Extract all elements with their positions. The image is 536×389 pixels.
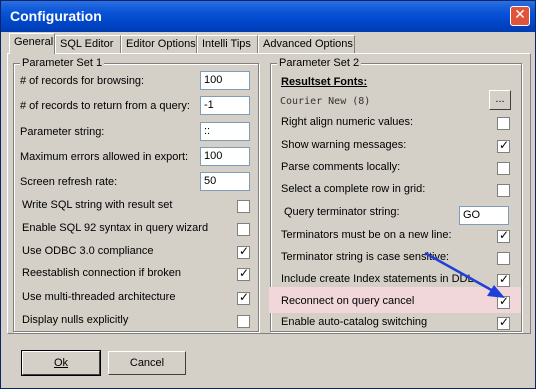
tab-intelli-tips[interactable]: Intelli Tips [197, 35, 258, 53]
field-label: Screen refresh rate: [20, 176, 118, 188]
tab-advanced-options[interactable]: Advanced Options [258, 35, 355, 53]
write-sql-checkbox[interactable] [237, 200, 250, 213]
button-label: Ok [53, 357, 69, 369]
option-label: Terminators must be on a new line: [281, 229, 452, 241]
tab-general[interactable]: General [9, 33, 55, 54]
configuration-dialog: Configuration ✕ General SQL Editor Edito… [0, 0, 536, 389]
check-icon: ✓ [239, 290, 250, 304]
title-bar[interactable]: Configuration ✕ [1, 1, 535, 32]
button-label: Cancel [129, 357, 165, 369]
check-label: Reestablish connection if broken [22, 267, 181, 279]
sql92-checkbox[interactable] [237, 223, 250, 236]
parse-comments-checkbox[interactable] [497, 162, 510, 175]
field-label: Maximum errors allowed in export: [20, 151, 189, 163]
multithread-checkbox[interactable]: ✓ [237, 290, 250, 305]
field-label: # of records for browsing: [20, 75, 145, 87]
query-terminator-input[interactable]: GO [459, 206, 509, 225]
annotation-arrow-icon [424, 251, 505, 298]
close-icon: ✕ [514, 7, 526, 23]
resultset-fonts-heading: Resultset Fonts: [281, 76, 368, 88]
query-records-input[interactable]: -1 [200, 96, 250, 115]
option-label: Parse comments locally: [281, 161, 401, 173]
check-icon: ✓ [499, 228, 510, 242]
tab-label: Intelli Tips [202, 38, 251, 50]
button-label: ... [495, 93, 505, 105]
odbc3-checkbox[interactable]: ✓ [237, 244, 250, 259]
tab-label: General [14, 36, 54, 48]
option-label: Right align numeric values: [281, 116, 414, 128]
reestablish-checkbox[interactable]: ✓ [237, 266, 250, 281]
field-label: # of records to return from a query: [20, 100, 190, 112]
font-browse-button[interactable]: ... [489, 90, 511, 110]
tab-label: SQL Editor [60, 38, 114, 50]
close-button[interactable]: ✕ [510, 6, 530, 26]
check-icon: ✓ [239, 266, 250, 280]
check-icon: ✓ [499, 138, 510, 152]
auto-catalog-checkbox[interactable]: ✓ [497, 315, 510, 330]
display-nulls-checkbox[interactable] [237, 315, 250, 328]
check-icon: ✓ [499, 315, 510, 329]
window-title: Configuration [10, 8, 102, 24]
check-label: Use multi-threaded architecture [22, 291, 176, 303]
ok-button[interactable]: Ok [21, 350, 101, 376]
right-align-checkbox[interactable] [497, 117, 510, 130]
option-label: Select a complete row in grid: [281, 183, 426, 195]
tab-sql-editor[interactable]: SQL Editor [55, 35, 121, 53]
check-label: Enable SQL 92 syntax in query wizard [22, 222, 209, 234]
check-label: Display nulls explicitly [22, 314, 129, 326]
option-label: Show warning messages: [281, 139, 407, 151]
terminators-newline-checkbox[interactable]: ✓ [497, 228, 510, 243]
field-label: Parameter string: [20, 126, 105, 138]
select-row-checkbox[interactable] [497, 184, 510, 197]
max-errors-input[interactable]: 100 [200, 147, 250, 166]
tab-editor-options[interactable]: Editor Options [121, 35, 197, 53]
check-label: Use ODBC 3.0 compliance [22, 245, 154, 257]
group-legend: Parameter Set 1 [20, 57, 105, 69]
tab-label: Editor Options [126, 38, 196, 50]
parameter-string-input[interactable]: :: [200, 122, 250, 141]
check-icon: ✓ [239, 244, 250, 258]
option-label: Reconnect on query cancel [281, 295, 415, 307]
refresh-rate-input[interactable]: 50 [200, 172, 250, 191]
option-label: Enable auto-catalog switching [281, 316, 428, 328]
group-legend: Parameter Set 2 [277, 57, 362, 69]
browse-records-input[interactable]: 100 [200, 71, 250, 90]
tab-label: Advanced Options [263, 38, 353, 50]
option-label: Query terminator string: [284, 206, 400, 218]
warning-messages-checkbox[interactable]: ✓ [497, 138, 510, 153]
cancel-button[interactable]: Cancel [108, 351, 186, 375]
check-label: Write SQL string with result set [22, 199, 173, 211]
font-value: Courier New (8) [280, 96, 371, 107]
